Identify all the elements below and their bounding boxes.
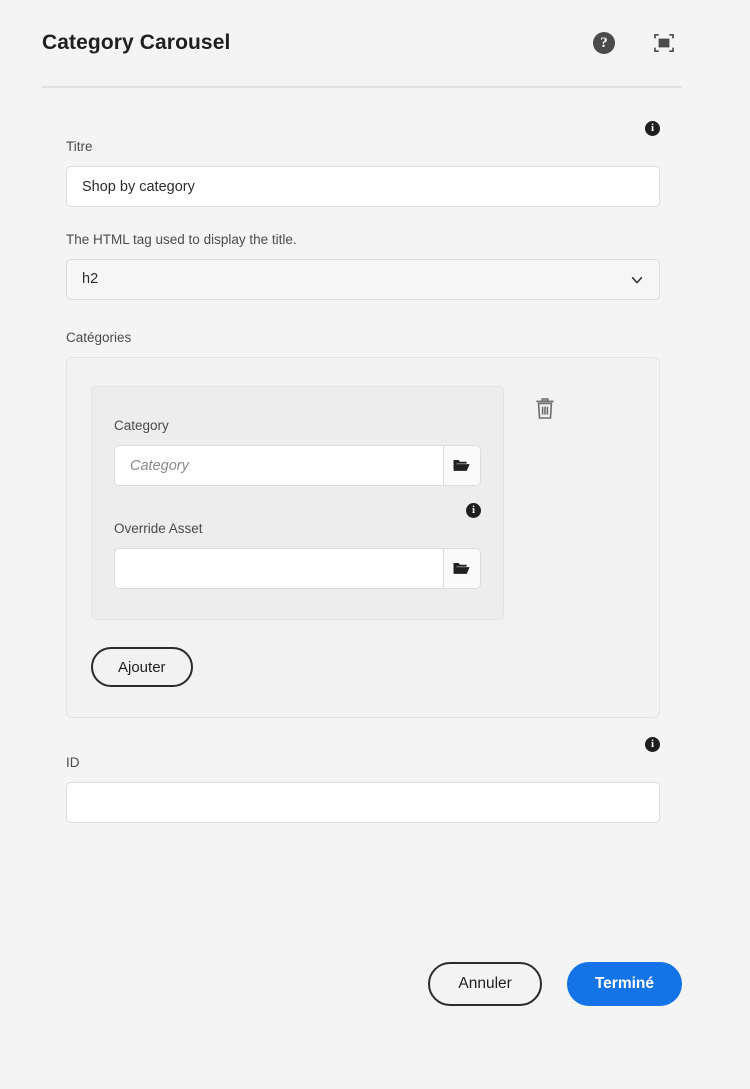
- field-html-tag: The HTML tag used to display the title. …: [66, 231, 660, 300]
- override-asset-input[interactable]: [114, 548, 443, 589]
- fullscreen-icon: [654, 33, 674, 53]
- folder-open-icon: [453, 562, 470, 574]
- category-input[interactable]: [114, 445, 443, 486]
- titre-info-row: i: [66, 118, 660, 138]
- folder-open-icon: [453, 459, 470, 471]
- titre-label: Titre: [66, 139, 93, 154]
- fullscreen-button[interactable]: [651, 30, 677, 56]
- categories-label: Catégories: [66, 330, 132, 345]
- html-tag-label: The HTML tag used to display the title.: [66, 232, 297, 247]
- html-tag-select-wrap: h2: [66, 259, 660, 300]
- dialog-header: Category Carousel ?: [42, 0, 682, 88]
- field-titre: i Titre: [66, 118, 660, 207]
- html-tag-select[interactable]: h2: [66, 259, 660, 300]
- add-category-button[interactable]: Ajouter: [91, 647, 193, 687]
- info-icon[interactable]: i: [645, 736, 660, 752]
- category-browse-button[interactable]: [442, 445, 481, 486]
- id-input[interactable]: [66, 782, 660, 823]
- override-asset-info-row: i: [114, 500, 481, 520]
- form-body: i Titre The HTML tag used to display the…: [66, 118, 660, 823]
- category-item-card: Category i Override: [91, 386, 504, 620]
- info-icon[interactable]: i: [466, 502, 481, 518]
- override-asset-picker: [114, 548, 481, 589]
- field-id: i ID: [66, 734, 660, 823]
- override-asset-browse-button[interactable]: [442, 548, 481, 589]
- done-button[interactable]: Terminé: [566, 962, 682, 1006]
- titre-input[interactable]: [66, 166, 660, 207]
- id-info-row: i: [66, 734, 660, 754]
- category-label: Category: [114, 418, 169, 433]
- category-item-row: Category i Override: [67, 386, 659, 620]
- cancel-button[interactable]: Annuler: [428, 962, 542, 1006]
- header-actions: ?: [591, 30, 682, 56]
- override-asset-label: Override Asset: [114, 521, 203, 536]
- help-circle-icon: ?: [593, 32, 615, 54]
- category-picker: [114, 445, 481, 486]
- id-label: ID: [66, 755, 80, 770]
- field-categories: Catégories Category Category i Override …: [66, 329, 660, 718]
- info-icon[interactable]: i: [645, 120, 660, 136]
- help-button[interactable]: ?: [591, 30, 617, 56]
- page-title: Category Carousel: [42, 31, 231, 54]
- categories-group: Category i Override: [66, 357, 660, 718]
- trash-icon: [536, 398, 554, 419]
- delete-category-button[interactable]: [530, 394, 560, 424]
- dialog-footer: Annuler Terminé: [428, 962, 682, 1006]
